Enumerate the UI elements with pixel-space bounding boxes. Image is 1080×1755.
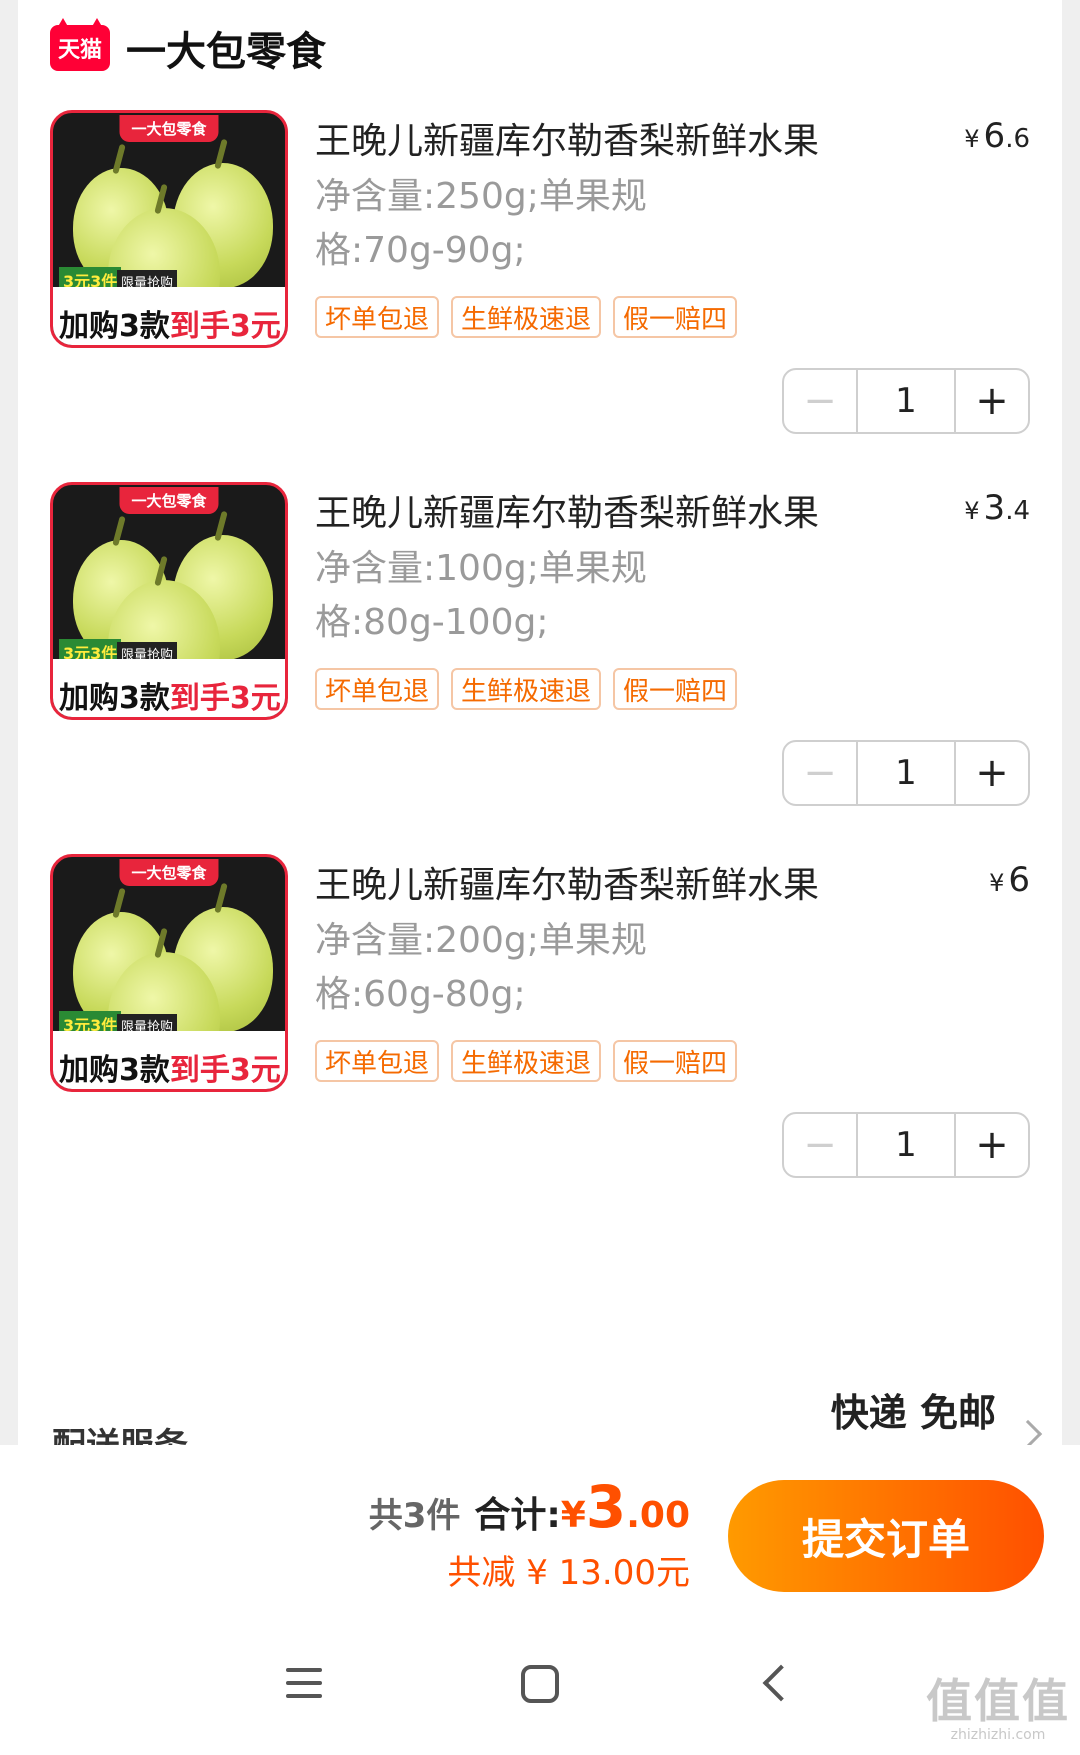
product-spec[interactable]: 净含量:200g;单果规格:60g-80g; [315, 914, 715, 1022]
product-image[interactable]: 一大包零食 3元3件 限量抢购 加购3款 到手3元 [50, 110, 288, 348]
item-count: 共3件 [368, 1496, 461, 1536]
price-dec: .4 [1005, 496, 1030, 526]
thumb-caption-a: 加购3款 [59, 1053, 170, 1088]
product-spec[interactable]: 净含量:100g;单果规格:80g-100g; [315, 542, 715, 650]
thumb-caption: 加购3款 到手3元 [53, 1031, 285, 1089]
quantity-input[interactable]: 1 [856, 370, 956, 432]
submit-order-button[interactable]: 提交订单 [728, 1480, 1044, 1592]
total-int: 3 [585, 1473, 627, 1541]
product-image[interactable]: 一大包零食 3元3件 限量抢购 加购3款 到手3元 [50, 482, 288, 720]
shop-name[interactable]: 一大包零食 [126, 19, 326, 77]
thumb-caption-b: 到手3元 [169, 1053, 281, 1088]
tmall-logo: 天猫 [50, 25, 110, 71]
cart-item: 一大包零食 3元3件 限量抢购 加购3款 到手3元 王晚儿新疆库尔勒香梨新鲜水果 … [50, 854, 1030, 1184]
quantity-stepper: − 1 + [782, 740, 1030, 806]
total-symbol: ¥ [560, 1495, 586, 1536]
price-int: 6 [1008, 860, 1030, 900]
product-price: ¥6.6 [964, 116, 1030, 156]
service-tag: 坏单包退 [315, 1040, 440, 1082]
price-symbol: ¥ [989, 869, 1005, 897]
increase-button[interactable]: + [956, 742, 1028, 804]
price-int: 3 [983, 488, 1006, 528]
thumb-caption: 加购3款 到手3元 [53, 287, 285, 345]
thumb-caption-b: 到手3元 [169, 681, 281, 716]
quantity-stepper: − 1 + [782, 1112, 1030, 1178]
thumb-caption-a: 加购3款 [59, 681, 170, 716]
system-nav-bar [0, 1615, 1080, 1755]
home-icon[interactable] [521, 1665, 559, 1703]
quantity-input[interactable]: 1 [856, 742, 956, 804]
decrease-button[interactable]: − [784, 742, 856, 804]
thumb-brand: 一大包零食 [119, 115, 219, 142]
thumb-caption: 加购3款 到手3元 [53, 659, 285, 717]
back-icon[interactable] [762, 1664, 800, 1702]
product-title[interactable]: 王晚儿新疆库尔勒香梨新鲜水果 [315, 856, 819, 908]
service-tag: 生鲜极速退 [451, 1040, 602, 1082]
service-tag: 假一赔四 [613, 296, 738, 338]
service-tag: 生鲜极速退 [451, 296, 602, 338]
product-title[interactable]: 王晚儿新疆库尔勒香梨新鲜水果 [315, 484, 819, 536]
shop-header[interactable]: 天猫 一大包零食 [50, 20, 326, 76]
service-tag: 假一赔四 [613, 668, 738, 710]
increase-button[interactable]: + [956, 370, 1028, 432]
thumb-caption-a: 加购3款 [59, 309, 170, 344]
thumb-brand: 一大包零食 [119, 487, 219, 514]
price-symbol: ¥ [964, 497, 980, 525]
service-tag: 假一赔四 [613, 1040, 738, 1082]
increase-button[interactable]: + [956, 1114, 1028, 1176]
total-label: 合计: [474, 1495, 561, 1536]
watermark: 值值值 zhizhizhi.com [926, 1665, 1070, 1743]
product-spec[interactable]: 净含量:250g;单果规格:70g-90g; [315, 170, 715, 278]
product-title[interactable]: 王晚儿新疆库尔勒香梨新鲜水果 [315, 112, 819, 164]
service-tags: 坏单包退 生鲜极速退 假一赔四 [315, 668, 738, 710]
service-tags: 坏单包退 生鲜极速退 假一赔四 [315, 296, 738, 338]
discount-text: 共减 ¥ 13.00元 [447, 1553, 690, 1593]
decrease-button[interactable]: − [784, 370, 856, 432]
order-summary: 共3件 合计: ¥ 3 .00 共减 ¥ 13.00元 [369, 1473, 690, 1594]
checkout-bar: 共3件 合计: ¥ 3 .00 共减 ¥ 13.00元 提交订单 [0, 1445, 1080, 1615]
delivery-value[interactable]: 快递 免邮 [831, 1382, 996, 1437]
price-symbol: ¥ [964, 125, 980, 153]
service-tags: 坏单包退 生鲜极速退 假一赔四 [315, 1040, 738, 1082]
cart-item: 一大包零食 3元3件 限量抢购 加购3款 到手3元 王晚儿新疆库尔勒香梨新鲜水果 … [50, 482, 1030, 812]
service-tag: 坏单包退 [315, 296, 440, 338]
product-price: ¥6 [989, 860, 1030, 900]
product-price: ¥3.4 [964, 488, 1030, 528]
product-image[interactable]: 一大包零食 3元3件 限量抢购 加购3款 到手3元 [50, 854, 288, 1092]
watermark-logo: 值值值 [926, 1674, 1070, 1728]
price-int: 6 [983, 116, 1006, 156]
service-tag: 生鲜极速退 [451, 668, 602, 710]
decrease-button[interactable]: − [784, 1114, 856, 1176]
quantity-stepper: − 1 + [782, 368, 1030, 434]
total-dec: .00 [626, 1495, 690, 1536]
menu-icon[interactable] [286, 1668, 322, 1698]
cart-item: 一大包零食 3元3件 限量抢购 加购3款 到手3元 王晚儿新疆库尔勒香梨新鲜水果 … [50, 110, 1030, 440]
price-dec: .6 [1005, 124, 1030, 154]
quantity-input[interactable]: 1 [856, 1114, 956, 1176]
service-tag: 坏单包退 [315, 668, 440, 710]
thumb-brand: 一大包零食 [119, 859, 219, 886]
thumb-caption-b: 到手3元 [169, 309, 281, 344]
